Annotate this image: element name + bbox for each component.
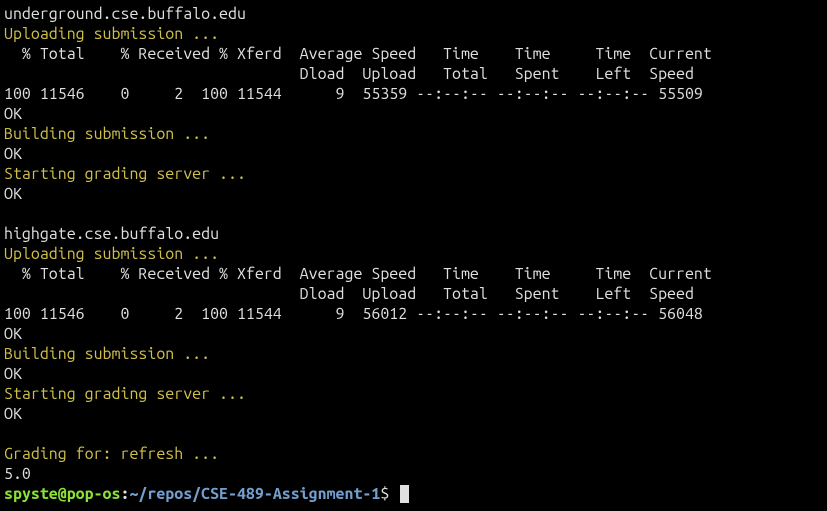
curl-progress: 100 11546 0 2 100 11544 9 56012 --:--:--… xyxy=(4,305,703,323)
prompt-path: ~/repos/CSE-489-Assignment-1 xyxy=(129,485,380,503)
cursor-icon xyxy=(400,485,409,503)
status-uploading: Uploading submission ... xyxy=(4,245,219,263)
prompt-user: spyste@pop-os xyxy=(4,485,120,503)
status-starting: Starting grading server ... xyxy=(4,165,246,183)
status-building: Building submission ... xyxy=(4,345,210,363)
curl-header-2: Dload Upload Total Spent Left Speed xyxy=(4,285,694,303)
ok-line: OK xyxy=(4,145,22,163)
ok-line: OK xyxy=(4,365,22,383)
status-uploading: Uploading submission ... xyxy=(4,25,219,43)
curl-progress: 100 11546 0 2 100 11544 9 55359 --:--:--… xyxy=(4,85,703,103)
status-starting: Starting grading server ... xyxy=(4,385,246,403)
ok-line: OK xyxy=(4,185,22,203)
host-line: underground.cse.buffalo.edu xyxy=(4,5,246,23)
ok-line: OK xyxy=(4,405,22,423)
curl-header-1: % Total % Received % Xferd Average Speed… xyxy=(4,45,712,63)
ok-line: OK xyxy=(4,105,22,123)
prompt-line[interactable]: spyste@pop-os:~/repos/CSE-489-Assignment… xyxy=(4,485,409,503)
curl-header-1: % Total % Received % Xferd Average Speed… xyxy=(4,265,712,283)
curl-header-2: Dload Upload Total Spent Left Speed xyxy=(4,65,694,83)
grading-score: 5.0 xyxy=(4,465,31,483)
status-building: Building submission ... xyxy=(4,125,210,143)
blank-line xyxy=(4,425,13,443)
blank-line xyxy=(4,205,13,223)
ok-line: OK xyxy=(4,325,22,343)
host-line: highgate.cse.buffalo.edu xyxy=(4,225,219,243)
grading-label: Grading for: refresh ... xyxy=(4,445,219,463)
terminal-output: underground.cse.buffalo.edu Uploading su… xyxy=(4,4,823,504)
prompt-dollar: $ xyxy=(380,485,398,503)
